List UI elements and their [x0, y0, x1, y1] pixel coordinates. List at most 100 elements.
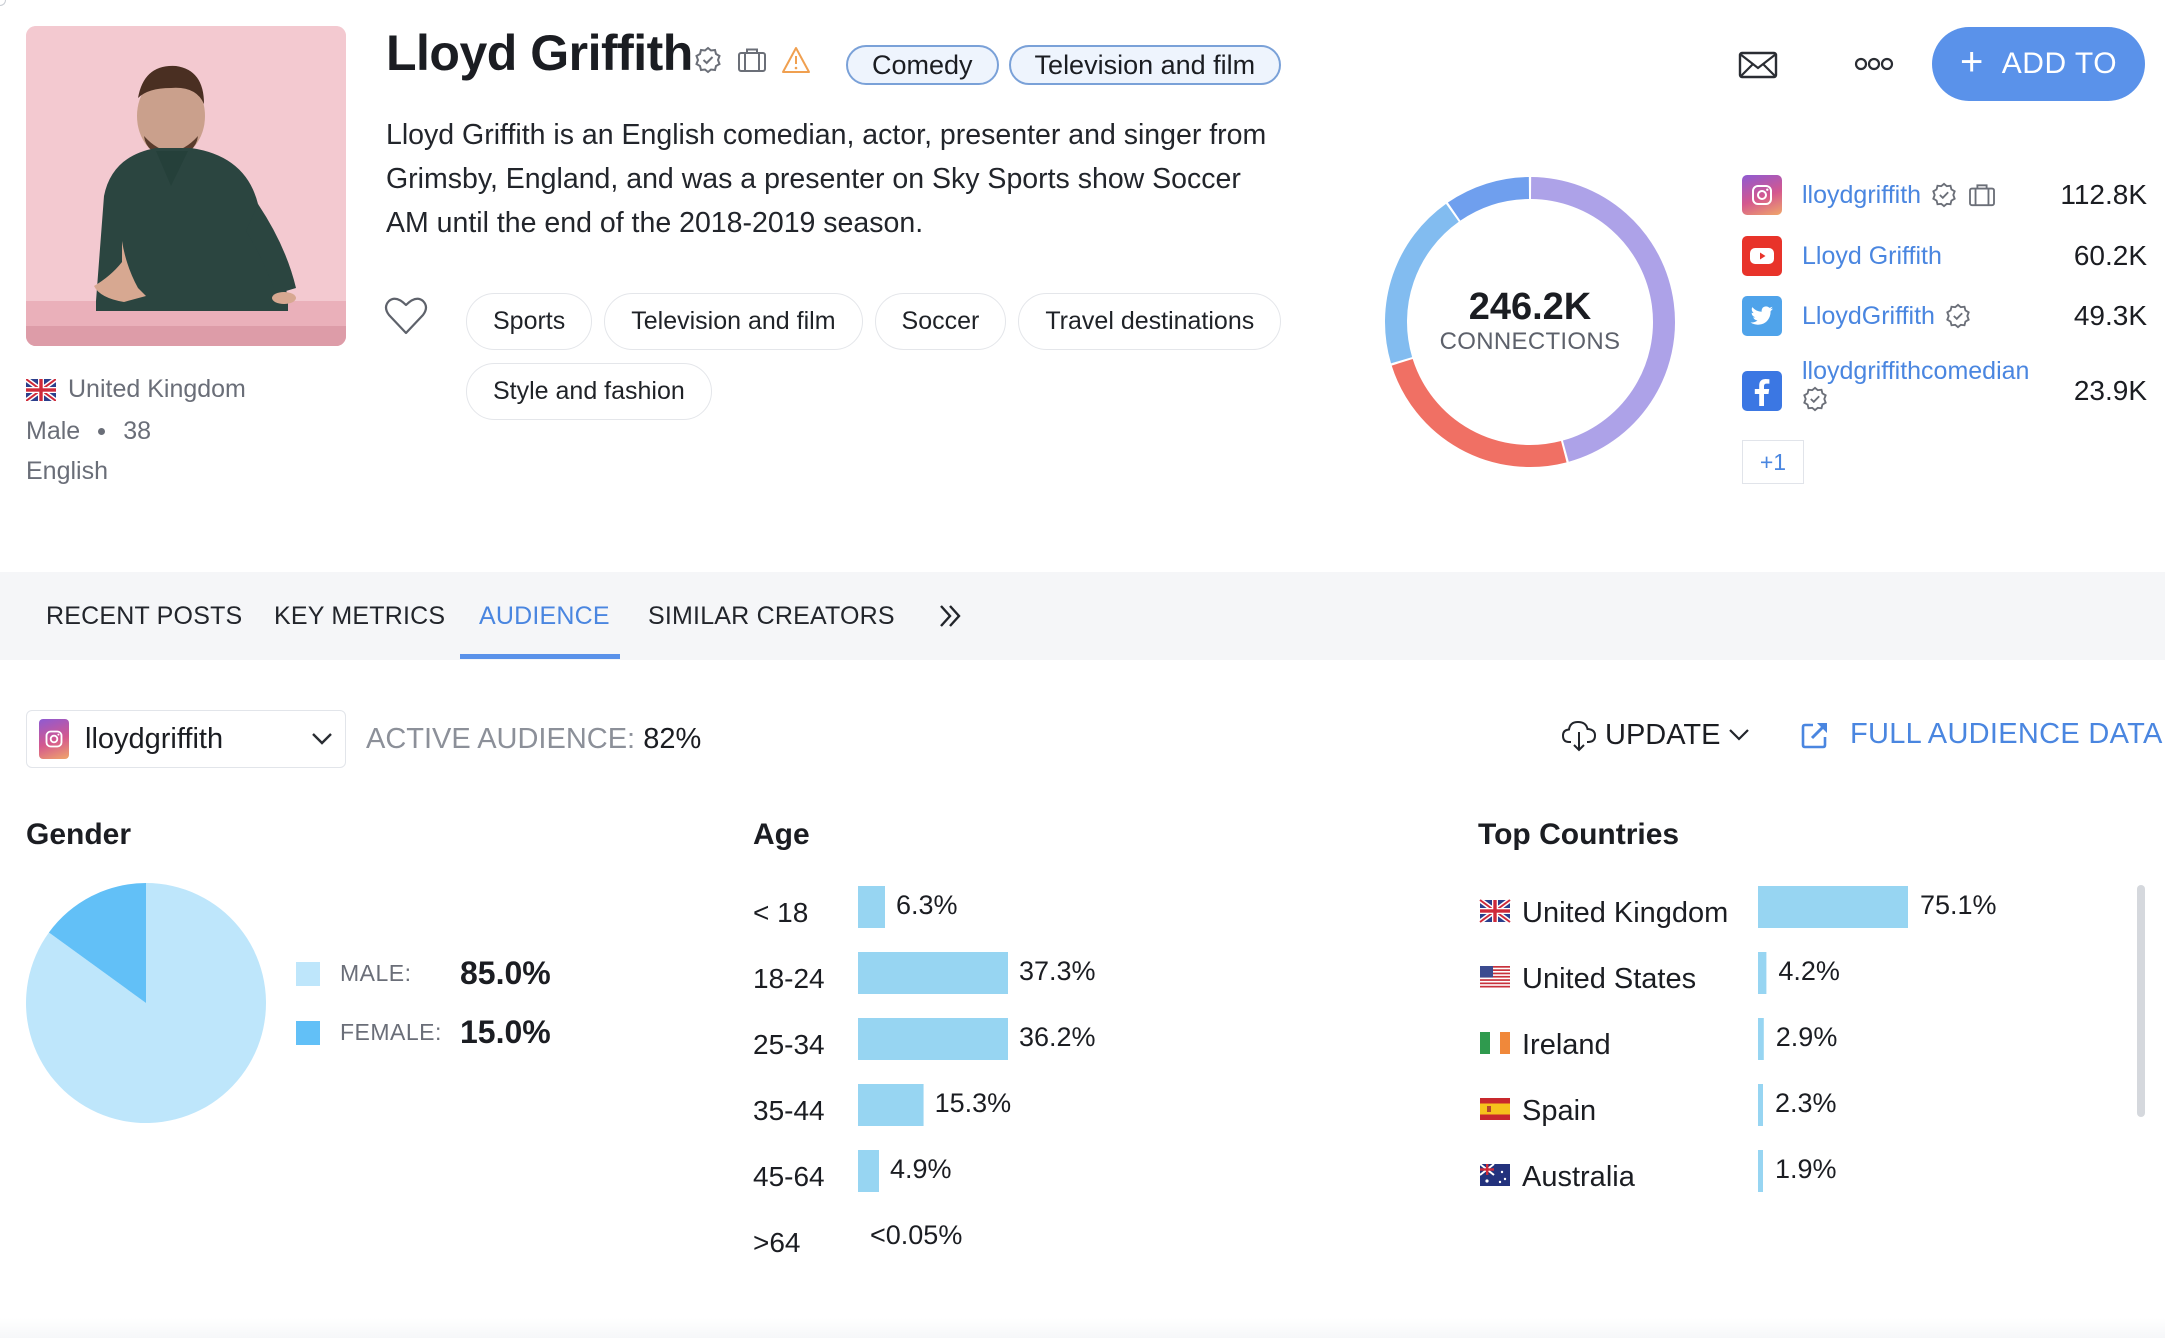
category-chips: Comedy Television and film: [846, 45, 1282, 85]
twitter-icon: [1742, 296, 1782, 336]
country-value-label: 2.3%: [1775, 1088, 1837, 1118]
more-dots-icon: [1854, 57, 1894, 71]
age-value-label: 15.3%: [935, 1088, 1012, 1118]
age-bar: [858, 1018, 1008, 1060]
country-label: United States: [1522, 963, 1696, 995]
update-label: UPDATE: [1605, 718, 1721, 751]
country-bar: [1758, 886, 1908, 928]
category-chip[interactable]: Television and film: [1008, 45, 1282, 85]
verified-badge-icon: [1803, 386, 1827, 412]
social-count: 112.8K: [2060, 179, 2147, 210]
more-accounts-button[interactable]: +1: [1742, 440, 1804, 484]
gender-title: Gender: [26, 818, 132, 851]
age-label: 45-64: [753, 1161, 825, 1192]
country-bar: [1758, 952, 1767, 994]
more-tabs-button[interactable]: [936, 598, 966, 634]
age-title: Age: [753, 818, 810, 851]
age-label: 25-34: [753, 1029, 825, 1060]
country-label: Ireland: [1522, 1029, 1611, 1061]
favorite-button[interactable]: [384, 296, 428, 336]
social-count: 49.3K: [2073, 300, 2147, 331]
add-to-button[interactable]: + ADD TO: [1932, 27, 2145, 101]
country-label: Spain: [1522, 1095, 1596, 1127]
creator-language: English: [26, 457, 108, 486]
full-audience-data-link[interactable]: FULL AUDIENCE DATA: [1800, 718, 2163, 751]
legend-female: FEMALE: 15.0%: [296, 1014, 596, 1051]
social-count: 60.2K: [2073, 240, 2147, 271]
social-accounts: lloydgriffith 112.8K Lloyd Griffith 60.2…: [1742, 175, 2147, 484]
active-tab-indicator: [460, 654, 620, 659]
age-bar: [858, 952, 1008, 994]
social-handle-link[interactable]: Lloyd Griffith: [1802, 236, 1942, 276]
age-value-label: <0.05%: [870, 1220, 962, 1250]
mail-button[interactable]: [1738, 50, 1778, 80]
countries-scrollbar[interactable]: [2137, 885, 2145, 1117]
us-flag-icon: [1480, 966, 1510, 988]
age-value-label: 6.3%: [896, 890, 958, 920]
legend-male: MALE: 85.0%: [296, 955, 596, 992]
plus-icon: +: [1959, 40, 1984, 84]
briefcase-icon: [1969, 184, 1995, 207]
language-label: English: [26, 457, 108, 485]
social-row-youtube: Lloyd Griffith 60.2K: [1742, 236, 2147, 296]
tab-similar-creators[interactable]: SIMILAR CREATORS: [648, 572, 895, 660]
connections-label: CONNECTIONS: [1439, 328, 1621, 355]
creator-name: Lloyd Griffith: [386, 25, 693, 81]
country-label: United Kingdom: [68, 375, 246, 403]
country-value-label: 75.1%: [1920, 890, 1997, 920]
tab-recent-posts[interactable]: RECENT POSTS: [46, 572, 242, 660]
age-label: 35-44: [753, 1095, 825, 1126]
interest-chip[interactable]: Sports: [466, 293, 593, 350]
update-button[interactable]: UPDATE: [1561, 718, 1750, 752]
chevron-down-icon: [312, 733, 332, 745]
briefcase-icon: [736, 44, 768, 76]
facebook-icon: [1742, 371, 1782, 411]
legend-label: MALE:: [340, 960, 412, 986]
male-swatch: [296, 961, 320, 986]
country-bar: [1758, 1150, 1763, 1192]
age-bar: [858, 1150, 879, 1192]
account-select[interactable]: lloydgriffith: [26, 710, 346, 768]
creator-bio: Lloyd Griffith is an English comedian, a…: [386, 119, 1267, 239]
country-value-label: 2.9%: [1776, 1022, 1838, 1052]
age-value-label: 4.9%: [890, 1154, 952, 1184]
donut-center: 246.2K CONNECTIONS: [1380, 286, 1680, 356]
double-chevron-right-icon: [940, 605, 961, 627]
profile-photo: [26, 26, 346, 346]
gender-pie-chart: [26, 883, 266, 1123]
age-label: < 18: [753, 897, 808, 928]
age-bar: [858, 1084, 924, 1126]
tab-bar: RECENT POSTS KEY METRICS AUDIENCE SIMILA…: [0, 572, 2165, 660]
interest-chip[interactable]: Soccer: [874, 293, 1007, 350]
age-label: 38: [123, 417, 151, 445]
connections-total: 246.2K: [1468, 286, 1592, 328]
uk-flag-icon: [26, 378, 56, 401]
interest-chip[interactable]: Style and fashion: [466, 363, 712, 420]
country-bar: [1758, 1084, 1763, 1126]
spain-flag-icon: [1480, 1098, 1510, 1120]
social-row-instagram: lloydgriffith 112.8K: [1742, 175, 2147, 236]
verified-badge-icon: [1932, 182, 1956, 208]
female-swatch: [296, 1020, 320, 1045]
interest-chips: Sports Television and film Soccer Travel…: [466, 293, 1326, 420]
creator-country: United Kingdom: [26, 375, 246, 404]
interest-chip[interactable]: Television and film: [604, 293, 863, 350]
social-handle-link[interactable]: LloydGriffith: [1802, 296, 1971, 336]
tab-key-metrics[interactable]: KEY METRICS: [274, 572, 445, 660]
countries-title: Top Countries: [1478, 818, 1680, 851]
interest-chip[interactable]: Travel destinations: [1018, 293, 1282, 350]
tab-audience[interactable]: AUDIENCE: [479, 572, 610, 660]
youtube-icon: [1742, 236, 1782, 276]
age-value-label: 36.2%: [1019, 1022, 1096, 1052]
donut-segment-facebook: [1447, 177, 1530, 221]
social-handle-link[interactable]: lloydgriffithcomedian: [1802, 356, 2029, 412]
more-options-button[interactable]: [1854, 54, 1894, 74]
cloud-download-icon: [1561, 720, 1597, 752]
active-audience-value: 82%: [643, 723, 702, 755]
social-handle-link[interactable]: lloydgriffith: [1802, 175, 1997, 215]
active-audience: ACTIVE AUDIENCE: 82%: [366, 720, 701, 758]
account-select-value: lloydgriffith: [85, 722, 224, 755]
warning-icon: [780, 44, 812, 76]
verified-badge-icon: [692, 44, 724, 76]
category-chip[interactable]: Comedy: [846, 45, 999, 85]
